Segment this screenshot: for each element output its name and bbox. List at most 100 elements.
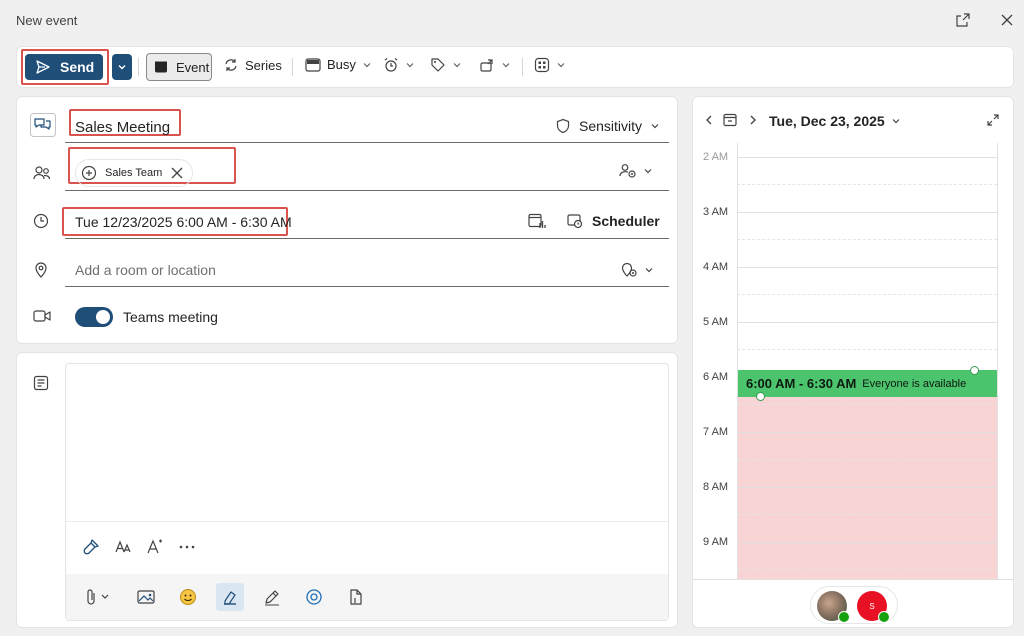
- chevron-down-icon: [502, 63, 510, 68]
- add-circle-icon: [81, 165, 97, 181]
- draw-button[interactable]: [258, 583, 286, 611]
- categorize-dropdown[interactable]: [430, 57, 462, 73]
- subject-input[interactable]: Sales Meeting: [75, 119, 170, 136]
- insert-picture-button[interactable]: [132, 583, 160, 611]
- resize-handle-start[interactable]: [756, 392, 765, 401]
- scheduler-icon: [567, 214, 583, 229]
- loop-component-button[interactable]: [300, 583, 328, 611]
- repeat-icon: [225, 59, 237, 71]
- emoji-icon: [180, 589, 196, 605]
- busy-dropdown[interactable]: Busy: [305, 57, 372, 72]
- event-button[interactable]: Event: [146, 53, 212, 81]
- text-effects-icon[interactable]: [146, 538, 164, 556]
- highlighter-icon: [224, 591, 236, 605]
- loop-icon: [306, 589, 322, 605]
- datetime-field[interactable]: Tue 12/23/2025 6:00 AM - 6:30 AM: [75, 214, 292, 230]
- hour-label: 2 AM: [703, 151, 729, 163]
- time-grid[interactable]: 2 AM 3 AM 4 AM 5 AM 6 AM 7 AM 8 AM 9 AM …: [693, 143, 1013, 579]
- formatting-bar: [82, 538, 196, 556]
- people-icon: [33, 165, 51, 181]
- scheduler-label: Scheduler: [592, 213, 660, 229]
- avatar: [817, 591, 850, 623]
- reminder-dropdown[interactable]: [383, 57, 415, 73]
- chevron-down-icon: [644, 169, 652, 174]
- chevron-down-icon: [651, 124, 659, 129]
- remove-attendee-icon[interactable]: [170, 166, 184, 180]
- available-check-icon: [838, 611, 850, 623]
- apps-grid-icon: [534, 57, 550, 73]
- resize-handle-end[interactable]: [970, 366, 979, 375]
- event-label: Event: [176, 59, 210, 75]
- divider: [65, 142, 669, 143]
- divider: [65, 286, 669, 287]
- close-icon[interactable]: [999, 12, 1015, 28]
- tag-icon: [431, 58, 445, 72]
- attendee-label: Sales Team: [105, 167, 163, 179]
- attendee-avatars[interactable]: S: [810, 586, 898, 624]
- document-touch-icon: [350, 589, 362, 605]
- attach-file-button[interactable]: [78, 583, 118, 611]
- chevron-down-icon: [118, 65, 126, 70]
- status-icon: [305, 57, 321, 72]
- chevron-down-icon: [645, 267, 653, 272]
- toolbar-divider: [522, 58, 523, 76]
- apps-insert-button[interactable]: [342, 583, 370, 611]
- expand-icon[interactable]: [987, 114, 999, 126]
- teams-meeting-label: Teams meeting: [123, 309, 218, 325]
- shield-icon: [556, 118, 570, 134]
- description-editor: [65, 363, 669, 621]
- apps-dropdown[interactable]: [534, 57, 566, 73]
- busy-label: Busy: [327, 57, 356, 72]
- chevron-down-icon: [453, 63, 461, 68]
- hour-line: [737, 267, 997, 268]
- teams-meeting-toggle[interactable]: [75, 307, 113, 327]
- grid-right-border: [997, 143, 998, 579]
- description-textarea[interactable]: [66, 364, 668, 522]
- previous-day-icon[interactable]: [703, 114, 715, 126]
- scheduler-button[interactable]: Scheduler: [567, 213, 660, 229]
- image-icon: [137, 590, 155, 604]
- room-finder-dropdown[interactable]: [620, 261, 654, 278]
- insert-bar: [66, 574, 668, 620]
- send-button[interactable]: Send: [25, 54, 103, 80]
- half-hour-line: [737, 184, 997, 185]
- people-settings-icon: [619, 164, 636, 178]
- emoji-button[interactable]: [174, 583, 202, 611]
- calendar-date-label: Tue, Dec 23, 2025: [769, 113, 885, 129]
- font-size-icon[interactable]: [114, 538, 132, 556]
- busy-time-block: [738, 397, 997, 579]
- hour-label: 9 AM: [703, 536, 729, 548]
- series-button[interactable]: Series: [223, 57, 282, 73]
- hour-line: [737, 212, 997, 213]
- format-painter-icon[interactable]: [82, 538, 100, 556]
- notes-icon: [33, 375, 49, 391]
- alarm-clock-icon: [384, 58, 398, 72]
- next-day-icon[interactable]: [747, 114, 759, 126]
- lock-arrow-icon: [480, 59, 493, 72]
- response-options-dropdown[interactable]: [479, 57, 511, 73]
- send-options-button[interactable]: [112, 54, 132, 80]
- calendar-icon: [155, 61, 167, 73]
- location-input[interactable]: Add a room or location: [75, 262, 216, 278]
- attendee-options-dropdown[interactable]: [619, 163, 653, 179]
- sensitivity-dropdown[interactable]: Sensitivity: [555, 118, 660, 134]
- today-calendar-icon[interactable]: [723, 113, 737, 127]
- popout-icon[interactable]: [955, 12, 971, 28]
- chevron-down-icon: [406, 63, 414, 68]
- highlight-button[interactable]: [216, 583, 244, 611]
- proposed-event-block[interactable]: 6:00 AM - 6:30 AM Everyone is available: [738, 370, 997, 397]
- divider: [65, 190, 669, 191]
- hour-label: 8 AM: [703, 481, 729, 493]
- more-options-icon[interactable]: [178, 538, 196, 556]
- hour-line: [737, 542, 997, 543]
- hour-label: 6 AM: [703, 371, 729, 383]
- event-time-label: 6:00 AM - 6:30 AM: [746, 376, 857, 391]
- hour-line: [737, 322, 997, 323]
- time-zone-icon[interactable]: [528, 213, 546, 229]
- calendar-date-dropdown[interactable]: Tue, Dec 23, 2025: [769, 113, 901, 129]
- location-pin-icon: [33, 261, 49, 278]
- attendee-chip[interactable]: Sales Team: [75, 159, 193, 187]
- avatar: S: [857, 591, 890, 623]
- send-icon: [36, 60, 50, 74]
- location-settings-icon: [621, 262, 637, 277]
